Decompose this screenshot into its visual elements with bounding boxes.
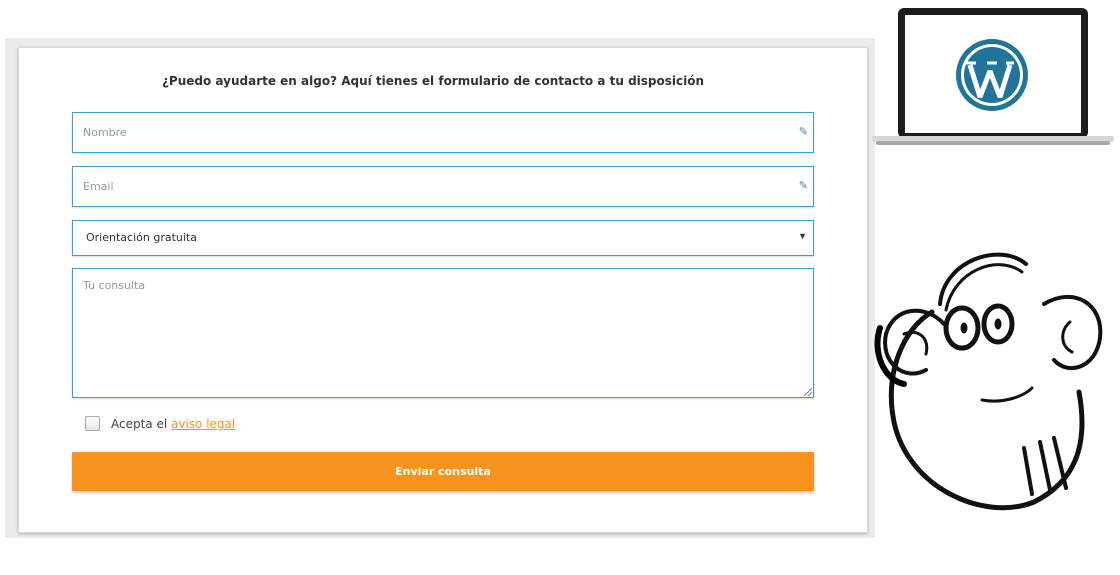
chevron-down-icon: ▼: [798, 231, 807, 241]
laptop-wordpress-illustration: [872, 8, 1114, 145]
submit-button[interactable]: Enviar consulta: [72, 452, 814, 491]
accept-legal-text: Acepta el: [111, 417, 168, 431]
legal-notice-link[interactable]: aviso legal: [171, 417, 235, 431]
topic-select[interactable]: Orientación gratuita ▼: [72, 220, 814, 256]
monkey-headphones-illustration: [874, 252, 1103, 511]
message-field[interactable]: [72, 268, 814, 398]
accept-legal-label: Acepta el aviso legal: [111, 417, 235, 431]
email-input[interactable]: [73, 167, 783, 206]
message-textarea[interactable]: [73, 269, 783, 379]
email-field[interactable]: ✎: [72, 166, 814, 207]
pencil-icon: ✎: [798, 180, 808, 192]
name-input[interactable]: [73, 113, 783, 152]
resize-handle-icon[interactable]: [804, 388, 812, 396]
accept-legal-checkbox[interactable]: [85, 416, 100, 431]
topic-select-value: Orientación gratuita: [86, 231, 197, 244]
pencil-icon: ✎: [798, 126, 808, 138]
form-heading: ¿Puedo ayudarte en algo? Aquí tienes el …: [161, 74, 705, 88]
name-field[interactable]: ✎: [72, 112, 814, 153]
wordpress-logo-icon: [956, 39, 1028, 111]
